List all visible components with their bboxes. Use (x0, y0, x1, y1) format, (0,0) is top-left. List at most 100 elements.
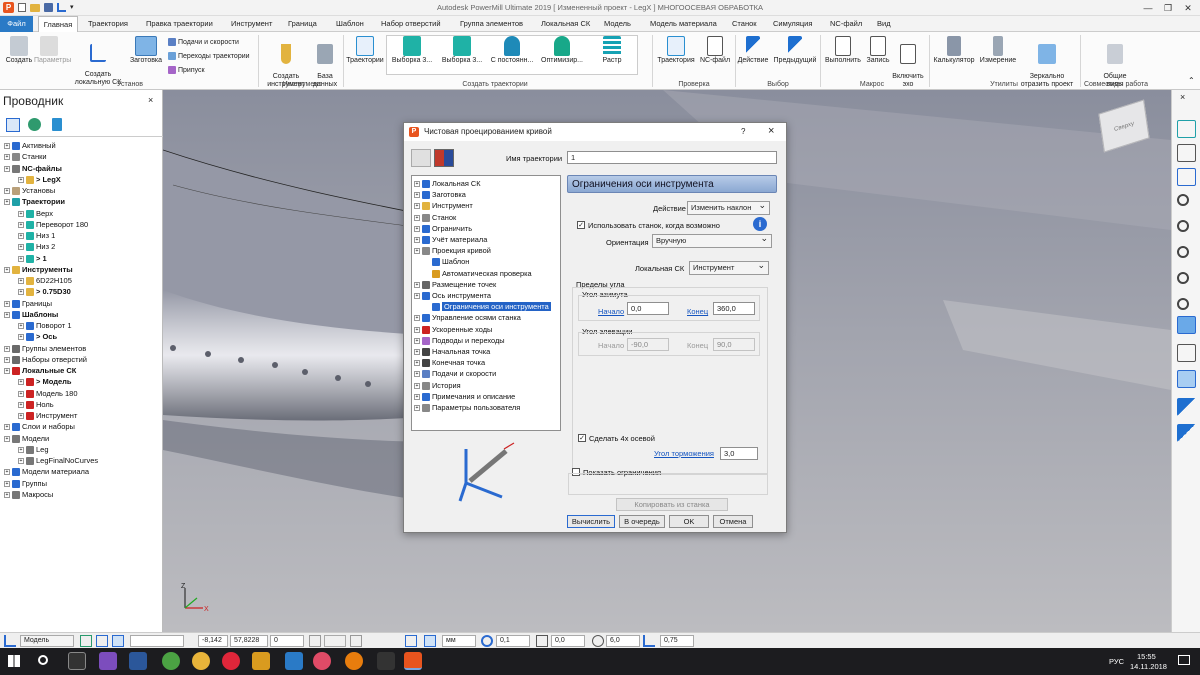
workplane-icon[interactable] (350, 635, 362, 647)
expand-icon[interactable]: + (414, 214, 420, 221)
expand-icon[interactable]: + (414, 337, 420, 344)
dialog-nav-item[interactable]: + Ограничить (414, 223, 472, 234)
explorer-tree-row[interactable]: + Группы элементов (4, 343, 86, 354)
diameter-field[interactable]: 6,0 (606, 635, 640, 647)
expand-icon[interactable]: + (414, 371, 420, 378)
explorer-tree-row[interactable]: + Модели материала (4, 466, 89, 477)
brake-angle-input[interactable]: 3,0 (720, 447, 758, 460)
expand-icon[interactable]: + (4, 154, 10, 161)
dialog-nav-item[interactable]: +Ограничения оси инструмента (424, 301, 551, 312)
tab-machine[interactable]: Станок (728, 16, 761, 32)
azimuth-end-link[interactable]: Конец (687, 307, 708, 316)
tab-model[interactable]: Модель (600, 16, 635, 32)
lcs-select[interactable]: Инструмент (689, 259, 769, 275)
toolpath-name-input[interactable]: 1 (567, 151, 777, 164)
expand-icon[interactable]: + (4, 480, 10, 487)
tab-boundary[interactable]: Граница (284, 16, 321, 32)
dialog-nav-item[interactable]: +Автоматическая проверка (424, 268, 532, 279)
powermill-taskbar-icon[interactable] (404, 652, 422, 670)
expand-icon[interactable]: + (4, 345, 10, 352)
dialog-nav-item[interactable]: + Подачи и скорости (414, 368, 496, 379)
expand-icon[interactable]: + (18, 289, 24, 296)
expand-icon[interactable]: + (414, 360, 420, 367)
expand-icon[interactable]: + (18, 401, 24, 408)
word-icon[interactable] (129, 652, 147, 670)
explorer-tree-row[interactable]: + LegFinalNoCurves (18, 455, 98, 466)
explorer-tree-row[interactable]: + Низ 2 (18, 241, 55, 252)
ribbon-collapse-icon[interactable]: ⌃ (1188, 76, 1195, 85)
grid-icon[interactable] (96, 635, 108, 647)
dialog-nav-item[interactable]: + Размещение точек (414, 279, 496, 290)
expand-icon[interactable]: + (414, 293, 420, 300)
explorer-tree-row[interactable]: + Локальные СК (4, 365, 76, 376)
explorer-tree-row[interactable]: + Инструмент (18, 410, 77, 421)
explorer-tree-row[interactable]: + Макросы (4, 489, 53, 500)
language-indicator[interactable]: РУС (1109, 657, 1124, 666)
z-coordinate[interactable]: 0 (270, 635, 304, 647)
tab-feature-group[interactable]: Группа элементов (456, 16, 527, 32)
close-window-button[interactable]: ✕ (1178, 2, 1198, 14)
explorer-tree-row[interactable]: + Низ 1 (18, 230, 55, 241)
four-axis-checkbox[interactable]: ✓ (578, 434, 586, 442)
calculate-button[interactable]: Вычислить (567, 515, 615, 528)
tab-stock-model[interactable]: Модель материала (646, 16, 721, 32)
angle-field[interactable]: 0,75 (660, 635, 694, 647)
globe-icon[interactable] (28, 118, 41, 131)
expand-icon[interactable]: + (18, 278, 24, 285)
vscode-icon[interactable] (285, 652, 303, 670)
expand-icon[interactable]: + (414, 237, 420, 244)
toolpaths-button[interactable]: Траектории (345, 34, 385, 65)
expand-icon[interactable]: + (4, 469, 10, 476)
view-cube-icon[interactable] (1177, 168, 1196, 186)
explorer-tree-row[interactable]: + Ноль (18, 399, 54, 410)
brake-angle-link[interactable]: Угол торможения (654, 449, 714, 458)
dialog-nav-item[interactable]: + Инструмент (414, 200, 473, 211)
explorer-tree-row[interactable]: + Траектории (4, 196, 65, 207)
dialog-nav-item[interactable]: + Управление осями станка (414, 312, 521, 323)
dialog-help-button[interactable]: ? (741, 123, 745, 141)
chrome-icon[interactable] (192, 652, 210, 670)
tab-file[interactable]: Файл (0, 16, 33, 32)
run-macro-button[interactable]: Выполнить (822, 34, 864, 65)
trash-icon[interactable] (52, 118, 62, 131)
gallery-item-4[interactable]: Оптимизир... (538, 34, 586, 65)
calculator-button[interactable]: Калькулятор (931, 34, 977, 65)
verify-nc-button[interactable]: NC-файл (697, 34, 733, 65)
zoom-icon[interactable] (1177, 194, 1189, 206)
explorer-tree-icon[interactable] (6, 118, 20, 132)
dialog-nav-item[interactable]: + Подводы и переходы (414, 335, 505, 346)
units-ruler-icon[interactable] (424, 635, 436, 647)
notifications-icon[interactable] (1178, 655, 1190, 665)
units-icon[interactable] (405, 635, 417, 647)
action-select[interactable]: Изменить наклон (687, 199, 770, 215)
windows-start-icon[interactable] (8, 655, 20, 667)
explorer-tree-row[interactable]: + Leg (18, 444, 49, 455)
app-icon[interactable] (377, 652, 395, 670)
expand-icon[interactable]: + (18, 323, 24, 330)
dialog-nav-item[interactable]: + Ускоренные ходы (414, 324, 492, 335)
explorer-close-button[interactable]: × (148, 95, 153, 105)
expand-icon[interactable]: + (4, 143, 10, 150)
expand-icon[interactable]: + (414, 393, 420, 400)
expand-icon[interactable]: + (4, 199, 10, 206)
explorer-tree-row[interactable]: + Станки (4, 151, 47, 162)
shaded-wire-icon[interactable] (1177, 370, 1196, 388)
azimuth-start-link[interactable]: Начало (598, 307, 624, 316)
expand-icon[interactable]: + (414, 315, 420, 322)
dialog-nav-item[interactable]: + Конечная точка (414, 357, 485, 368)
y-coordinate[interactable]: 57,8228 (230, 635, 268, 647)
expand-icon[interactable]: + (18, 210, 24, 217)
dialog-nav-item[interactable]: + Станок (414, 212, 456, 223)
dialog-close-button[interactable]: × (768, 122, 774, 140)
explorer-tree-row[interactable]: + Переворот 180 (18, 219, 88, 230)
explorer-tree-row[interactable]: + NC-файлы (4, 163, 62, 174)
azimuth-end-input[interactable]: 360,0 (713, 302, 755, 315)
expand-icon[interactable]: + (4, 165, 10, 172)
expand-icon[interactable]: + (4, 300, 10, 307)
allowance-item[interactable]: Припуск (168, 66, 205, 74)
expand-icon[interactable]: + (18, 255, 24, 262)
shaded-view-icon[interactable] (1177, 316, 1196, 334)
select-cursor-alt-icon[interactable] (1177, 424, 1196, 442)
explorer-tree-row[interactable]: + Верх (18, 208, 53, 219)
record-macro-button[interactable]: Запись (863, 34, 893, 65)
